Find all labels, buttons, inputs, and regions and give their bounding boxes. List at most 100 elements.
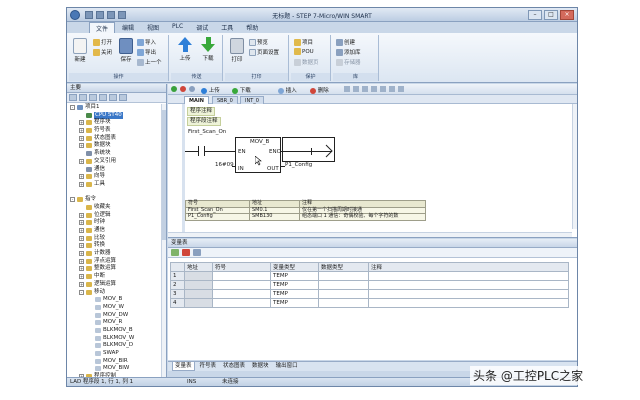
delete-button[interactable]: 删除 [310,86,329,94]
expand-icon[interactable]: + [79,228,84,233]
import-button[interactable]: 导入 [137,38,156,46]
tree-item[interactable]: BLKMOV_D [67,342,166,350]
upload-button[interactable]: 上传 [175,37,195,62]
table-cell[interactable] [368,289,569,299]
compile-icon[interactable] [189,86,195,93]
table-row[interactable]: 2 TEMP [170,280,569,290]
tab-variable-table[interactable]: 变量表 [172,362,195,371]
table-cell[interactable] [368,298,569,308]
tab-int0[interactable]: INT_0 [240,96,264,104]
tree-item[interactable]: SWAP [67,350,166,358]
tab-output-window[interactable]: 输出窗口 [274,362,300,371]
tree-item[interactable]: + 中断 [67,273,166,281]
create-library-button[interactable]: 创建 [336,38,355,46]
delete-row-icon[interactable] [182,249,190,256]
expand-icon[interactable]: + [79,243,84,249]
project-tree-scrollbar[interactable] [161,104,166,377]
table-row[interactable]: 1 TEMP [170,271,569,281]
table-cell[interactable] [184,280,213,290]
tab-data-block[interactable]: 数据块 [250,362,271,371]
export-button[interactable]: 导出 [137,48,156,56]
tree-tool-icon[interactable] [109,94,117,101]
tree-item[interactable]: MOV_DW [67,312,166,320]
tree-item[interactable]: 通信 [67,166,166,174]
tree-item[interactable]: MOV_BIW [67,365,166,373]
collapse-icon[interactable]: - [79,289,84,295]
editor-download-button[interactable]: 下载 [232,86,251,94]
minimize-icon[interactable]: – [528,10,542,20]
maximize-icon[interactable]: □ [544,10,558,20]
tree-item[interactable]: 系统块 [67,150,166,158]
tree-item[interactable]: + 比较 [67,235,166,243]
tree-tool-icon[interactable] [89,94,97,101]
tab-file[interactable]: 文件 [89,22,116,33]
print-button[interactable]: 打印 [228,38,246,63]
tree-item[interactable]: + 程序块 [67,119,166,127]
expand-icon[interactable]: + [79,181,84,187]
table-cell[interactable] [212,271,271,281]
table-cell[interactable] [184,298,213,308]
tree-item[interactable]: BLKMOV_B [67,327,166,335]
expand-icon[interactable]: + [79,235,84,241]
table-cell[interactable]: TEMP [270,280,319,290]
expand-icon[interactable]: + [79,174,84,180]
tree-item[interactable]: + 时钟 [67,219,166,227]
tree-item[interactable]: + 位逻辑 [67,212,166,220]
tree-item[interactable]: + 通信 [67,227,166,235]
download-button[interactable]: 下载 [198,37,218,62]
expand-icon[interactable]: + [79,212,84,218]
variable-table[interactable]: 地址 符号 变量类型 数据类型 注释 1 TEMP 2 TEMP 3 TEMP 4 TEMP [170,262,569,308]
close-icon[interactable]: × [560,10,574,20]
collapse-icon[interactable]: - [70,105,75,110]
tree-item[interactable]: + 数据块 [67,142,166,150]
editor-upload-button[interactable]: 上传 [201,86,220,94]
collapse-icon[interactable]: - [70,197,75,203]
tree-item[interactable]: - 指令 [67,196,166,204]
expand-icon[interactable]: + [79,158,84,164]
table-cell[interactable] [212,289,271,299]
table-cell[interactable] [318,298,369,308]
editor-horizontal-scrollbar[interactable] [168,232,572,237]
tab-tools[interactable]: 工具 [215,22,239,33]
table-row[interactable]: 4 TEMP [170,298,569,308]
tree-item[interactable]: + 符号表 [67,127,166,135]
ladder-tools-icon[interactable] [344,86,404,93]
previous-button[interactable]: 上一个 [137,58,162,66]
expand-icon[interactable]: + [79,220,84,226]
tree-tool-icon[interactable] [119,94,127,101]
tree-item[interactable]: + 状态图表 [67,135,166,143]
table-cell[interactable] [184,271,213,281]
open-button[interactable]: 打开 [93,38,112,46]
expand-icon[interactable]: + [79,143,84,149]
expand-icon[interactable]: + [79,266,84,272]
preview-button[interactable]: 预览 [249,38,268,46]
program-comment[interactable]: 程序注释 [187,107,216,116]
tree-item[interactable]: + 浮点运算 [67,258,166,266]
expand-icon[interactable]: + [79,120,84,126]
tree-item[interactable]: MOV_R [67,319,166,327]
stop-icon[interactable] [180,86,186,93]
table-cell[interactable] [212,280,271,290]
tab-status-chart[interactable]: 状态图表 [221,362,247,371]
tree-item[interactable]: + 逻辑运算 [67,281,166,289]
tab-debug[interactable]: 调试 [190,22,214,33]
protect-data-page-button[interactable]: 数据页 [294,58,319,66]
tab-plc[interactable]: PLC [166,22,189,33]
tree-item[interactable]: CPU ST40 [67,111,166,120]
tab-edit[interactable]: 编辑 [116,22,140,33]
expand-icon[interactable]: + [79,258,84,264]
save-button[interactable]: 保存 [117,38,135,63]
tree-tool-icon[interactable] [69,94,77,101]
tree-tool-icon[interactable] [99,94,107,101]
table-cell[interactable] [212,298,271,308]
network-comment[interactable]: 程序段注释 [187,117,221,126]
expand-icon[interactable]: + [79,281,84,287]
tree-item[interactable]: + 交叉引用 [67,158,166,166]
tree-item[interactable]: - 项目1 [67,104,166,112]
tree-item[interactable]: MOV_BIR [67,358,166,366]
table-cell[interactable] [318,271,369,281]
tab-sbr0[interactable]: SBR_0 [212,96,238,104]
expand-icon[interactable]: + [79,251,84,257]
tab-help[interactable]: 帮助 [240,22,264,33]
table-cell[interactable]: TEMP [270,271,319,281]
